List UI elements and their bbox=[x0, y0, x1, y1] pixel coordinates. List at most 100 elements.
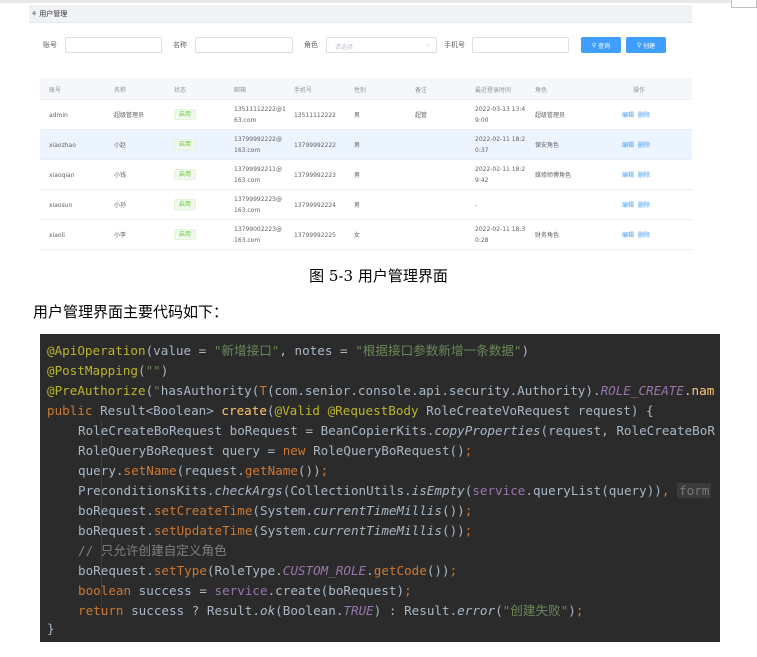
cell-login-line2: 9:00 bbox=[475, 117, 489, 124]
delete-link[interactable]: 删除 bbox=[638, 112, 650, 119]
code-token: currentTimeMillis bbox=[313, 523, 442, 538]
code-token: . bbox=[366, 563, 374, 578]
code-token: " bbox=[153, 383, 161, 398]
cell-email-line1: 13799992222@ bbox=[234, 136, 282, 143]
code-token: (System. bbox=[252, 503, 314, 518]
code-token: @Valid bbox=[274, 403, 328, 418]
table-row[interactable]: xiaozhao 小赵 启用 13799992222@ 163.com 13799… bbox=[40, 130, 692, 160]
page-top-rule bbox=[0, 0, 757, 3]
code-token: ( bbox=[138, 363, 146, 378]
phone-label: 手机号 bbox=[444, 41, 465, 49]
cell-gender: 男 bbox=[354, 202, 361, 209]
edit-link[interactable]: 编辑 bbox=[622, 172, 634, 179]
row-actions: 编辑 删除 bbox=[622, 110, 654, 121]
code-token: .queryList(query)) bbox=[525, 483, 662, 498]
table-row[interactable]: xiaosun 小孙 启用 13799992223@ 163.com 137999… bbox=[40, 190, 692, 220]
name-label: 名称 bbox=[173, 41, 187, 49]
delete-link[interactable]: 删除 bbox=[638, 202, 650, 209]
page-corner-box bbox=[731, 0, 757, 8]
code-token: ; bbox=[464, 523, 473, 538]
parameter-hint: form bbox=[677, 483, 712, 498]
column-header: 操作 bbox=[633, 87, 646, 94]
code-token: T bbox=[259, 383, 267, 398]
cell-account: xiaosun bbox=[49, 202, 73, 209]
cell-gender: 男 bbox=[354, 142, 361, 149]
code-token: boRequest. bbox=[78, 563, 154, 578]
code-token: query. bbox=[78, 463, 124, 478]
create-button[interactable]: ⚲ 创建 bbox=[626, 37, 666, 53]
table-row[interactable]: xiaoqian 小钱 启用 13799992211@ 163.com 13799… bbox=[40, 160, 692, 190]
column-header: 名称 bbox=[114, 87, 127, 94]
cell-role: 财务角色 bbox=[535, 232, 560, 239]
cell-login-line1: 2022-02-11 18:2 bbox=[475, 166, 526, 173]
screenshot-header: ⚘ 用户管理 bbox=[29, 5, 692, 23]
cell-email: 13799992222@ 163.com bbox=[234, 134, 282, 156]
delete-link[interactable]: 删除 bbox=[638, 142, 650, 149]
code-token: setName bbox=[123, 463, 177, 478]
user-icon: ⚘ bbox=[31, 9, 38, 18]
code-token: (com.senior.console.api.security.Authori… bbox=[266, 383, 601, 398]
cell-login-line2: 9:42 bbox=[475, 177, 489, 184]
code-token: new bbox=[282, 443, 314, 458]
code-token: create bbox=[221, 403, 267, 418]
table-row[interactable]: xiaoli 小李 启用 13799002223@ 163.com 1379999… bbox=[40, 220, 692, 250]
code-line: boolean success = service.create(boReque… bbox=[78, 581, 412, 601]
code-token: (RoleType. bbox=[206, 563, 283, 578]
cell-email-line1: 13799002223@ bbox=[234, 226, 282, 233]
code-token: (System. bbox=[252, 523, 314, 538]
code-token: setUpdateTime bbox=[153, 523, 253, 538]
cell-login-time: 2022-03-13 13:4 9:00 bbox=[475, 104, 525, 126]
create-button-label: 创建 bbox=[643, 42, 656, 50]
account-input[interactable] bbox=[65, 37, 162, 53]
code-token: currentTimeMillis bbox=[313, 503, 442, 518]
code-line: query.setName(request.getName()); bbox=[78, 461, 328, 481]
code-token: boRequest. bbox=[78, 523, 154, 538]
edit-link[interactable]: 编辑 bbox=[622, 202, 634, 209]
code-token: RoleQueryBoRequest query = bbox=[78, 443, 283, 458]
code-token: .nam bbox=[683, 383, 715, 398]
table-row[interactable]: admin 超级管理员 启用 13511112222@1 63.com 13511… bbox=[40, 100, 692, 130]
role-select[interactable]: 请选择 ⌄ bbox=[326, 37, 437, 53]
code-token: PreconditionsKits. bbox=[78, 483, 215, 498]
code-token: ok bbox=[259, 603, 276, 618]
user-management-screenshot: ⚘ 用户管理 账号 名称 角色 请选择 ⌄ 手机号 ⚲ 查询 ⚲ 创建 账号 名… bbox=[29, 5, 692, 255]
cell-email-line1: 13799992211@ bbox=[234, 166, 282, 173]
edit-link[interactable]: 编辑 bbox=[622, 112, 634, 119]
code-token: (request, RoleCreateBoR bbox=[540, 423, 715, 438]
cell-email-line2: 163.com bbox=[234, 177, 261, 184]
edit-link[interactable]: 编辑 bbox=[622, 142, 634, 149]
cell-remark: 超管 bbox=[415, 112, 428, 119]
code-line: boRequest.setCreateTime(System.currentTi… bbox=[78, 501, 472, 521]
cell-gender: 男 bbox=[354, 172, 361, 179]
cell-phone: 13799992222 bbox=[294, 142, 336, 149]
cell-email-line2: 163.com bbox=[234, 237, 261, 244]
status-badge: 启用 bbox=[174, 199, 197, 210]
code-token: success ? Result. bbox=[131, 603, 260, 618]
status-badge: 启用 bbox=[174, 229, 197, 240]
code-token: (CollectionUtils. bbox=[282, 483, 412, 498]
code-token: RoleCreateBoRequest boRequest = BeanCopi… bbox=[78, 423, 435, 438]
cell-login-time: 2022-02-11 18:2 0:37 bbox=[475, 134, 525, 156]
code-token: ; bbox=[464, 443, 473, 458]
code-line: boRequest.setType(RoleType.CUSTOM_ROLE.g… bbox=[78, 561, 457, 581]
cell-name: 超级管理员 bbox=[114, 112, 145, 119]
code-token: ; bbox=[575, 603, 584, 618]
delete-link[interactable]: 删除 bbox=[638, 232, 650, 239]
cell-role: 超级管理员 bbox=[535, 112, 566, 119]
cell-email-line1: 13799992223@ bbox=[234, 196, 282, 203]
edit-link[interactable]: 编辑 bbox=[622, 232, 634, 239]
status-badge: 启用 bbox=[174, 169, 197, 180]
delete-link[interactable]: 删除 bbox=[638, 172, 650, 179]
cell-name: 小赵 bbox=[114, 142, 127, 149]
code-token: } bbox=[47, 621, 55, 636]
code-token: , bbox=[661, 483, 678, 498]
code-token: service bbox=[472, 483, 526, 498]
code-line: // 只允许创建自定义角色 bbox=[78, 541, 227, 561]
code-line: RoleCreateBoRequest boRequest = BeanCopi… bbox=[78, 421, 715, 441]
code-token: ()) bbox=[441, 503, 465, 518]
code-token: "根据接口参数新增一条数据" bbox=[355, 343, 522, 358]
query-button[interactable]: ⚲ 查询 bbox=[581, 37, 621, 53]
code-token: ) bbox=[521, 343, 530, 358]
name-input[interactable] bbox=[195, 37, 293, 53]
phone-input[interactable] bbox=[472, 37, 569, 53]
